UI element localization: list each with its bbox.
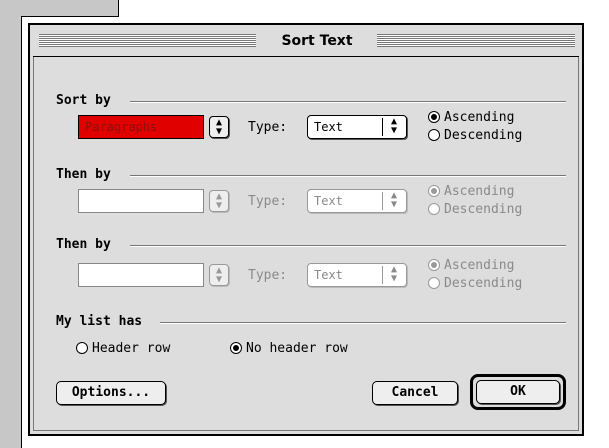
popup-divider [382, 266, 383, 284]
sort-by-rule [130, 101, 566, 103]
popup-divider [382, 118, 383, 136]
radio-icon [76, 342, 88, 354]
updown-arrows-icon: ▲ ▼ [390, 190, 398, 210]
updown-arrows-icon[interactable]: ▲ ▼ [209, 264, 229, 286]
desktop-background-left [0, 16, 22, 448]
then-by-1-label: Then by [56, 167, 119, 183]
sort-by-descending-label: Descending [444, 128, 523, 143]
radio-icon [428, 129, 440, 141]
then-by-1-field[interactable] [78, 189, 204, 213]
sort-by-type-value: Text [314, 120, 343, 134]
sort-by-label: Sort by [56, 93, 119, 109]
sort-by-type-label: Type: [248, 120, 288, 135]
ok-button[interactable]: OK [476, 380, 560, 404]
title-stripes-right [377, 34, 575, 47]
then-by-2-field[interactable] [78, 263, 204, 287]
then-by-2-type-value: Text [314, 268, 343, 282]
then-by-1-type-popup[interactable]: Text ▲ ▼ [307, 189, 407, 213]
updown-arrows-icon[interactable]: ▲ ▼ [209, 190, 229, 212]
radio-icon [428, 259, 440, 271]
radio-icon [428, 185, 440, 197]
dialog-title: Sort Text [281, 33, 353, 49]
radio-icon [428, 203, 440, 215]
header-row-label: Header row [92, 341, 171, 356]
then-by-2-descending-label: Descending [444, 276, 523, 291]
then-by-2-type-popup[interactable]: Text ▲ ▼ [307, 263, 407, 287]
title-bar[interactable]: Sort Text [33, 28, 579, 57]
cancel-button[interactable]: Cancel [372, 381, 458, 405]
radio-icon [428, 277, 440, 289]
then-by-1-ascending-label: Ascending [444, 184, 515, 199]
radio-icon [230, 342, 242, 354]
desktop-background-strip [0, 0, 119, 17]
radio-icon [428, 111, 440, 123]
then-by-1-type-value: Text [314, 194, 343, 208]
updown-arrows-icon[interactable]: ▲ ▼ [209, 116, 229, 138]
sort-text-dialog: Sort Text Sort by Paragraphs ▲ ▼ Type: Te… [28, 23, 584, 436]
updown-arrows-icon: ▲ ▼ [390, 116, 398, 136]
my-list-has-rule [160, 322, 566, 324]
sort-by-ascending-label: Ascending [444, 110, 515, 125]
my-list-has-label: My list has [56, 314, 151, 330]
sort-by-field-value: Paragraphs [85, 120, 158, 134]
then-by-2-ascending-label: Ascending [444, 258, 515, 273]
sort-by-type-popup[interactable]: Text ▲ ▼ [307, 115, 407, 139]
then-by-2-label: Then by [56, 237, 119, 253]
then-by-2-rule [130, 245, 566, 247]
no-header-row-label: No header row [246, 341, 348, 356]
sort-by-field[interactable]: Paragraphs [78, 115, 204, 139]
updown-arrows-icon: ▲ ▼ [390, 264, 398, 284]
then-by-2-type-label: Type: [248, 268, 288, 283]
then-by-1-descending-label: Descending [444, 202, 523, 217]
then-by-1-rule [130, 175, 566, 177]
options-button[interactable]: Options... [56, 381, 166, 405]
popup-divider [382, 192, 383, 210]
dialog-frame [33, 28, 579, 431]
title-stripes-left [39, 34, 256, 47]
then-by-1-type-label: Type: [248, 194, 288, 209]
